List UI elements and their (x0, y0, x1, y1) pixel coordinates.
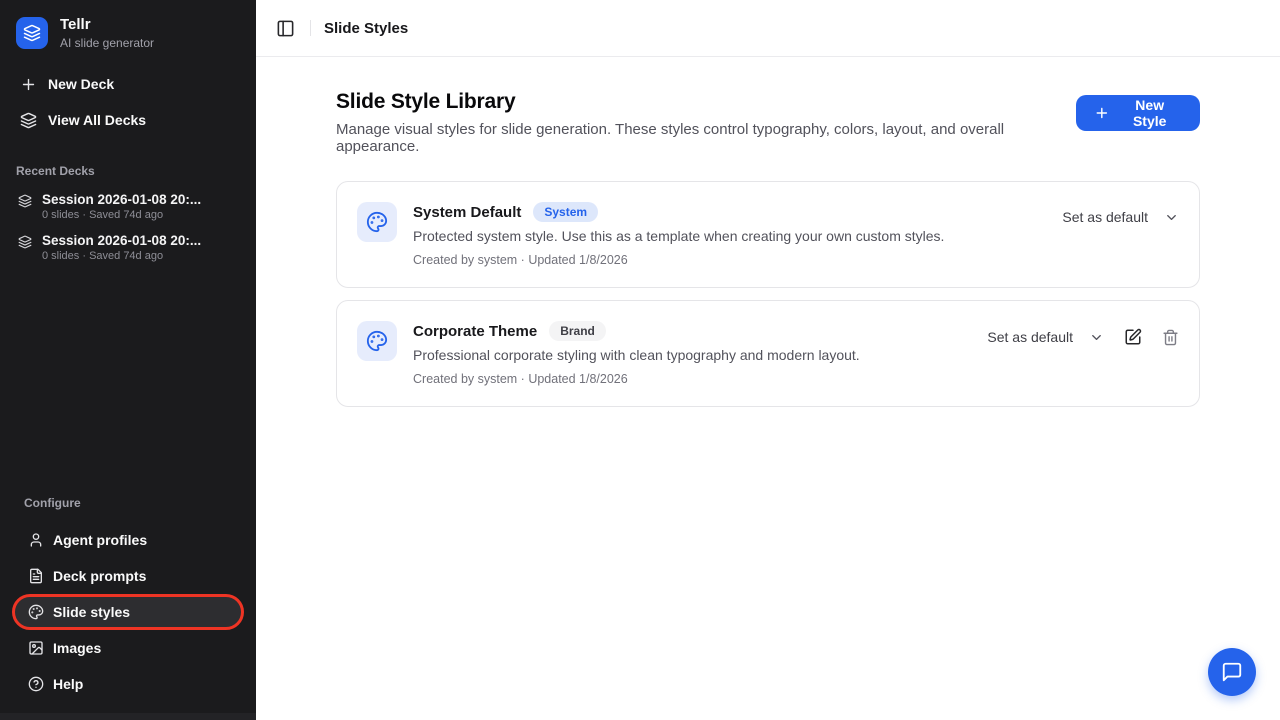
layers-icon (18, 235, 32, 262)
style-meta: Created by system · Updated 1/8/2026 (413, 253, 1046, 267)
palette-tile-icon (357, 202, 397, 242)
app-window: Tellr AI slide generator New Deck View A… (0, 0, 1280, 720)
sidebar-item-images[interactable]: Images (12, 630, 244, 666)
status-badge: Brand (549, 321, 606, 341)
sidebar-item-deck-prompts[interactable]: Deck prompts (12, 558, 244, 594)
chevron-down-icon (1089, 330, 1104, 345)
plus-icon (1094, 105, 1110, 121)
image-icon (28, 640, 44, 656)
configure-section: Configure Agent profiles Deck prompts Sl… (12, 496, 244, 720)
card-body: Corporate Theme Brand Professional corpo… (413, 321, 971, 386)
sidebar-item-label: Agent profiles (53, 532, 147, 548)
sidebar-item-label: Deck prompts (53, 568, 146, 584)
layers-icon (18, 194, 32, 221)
deck-title: Session 2026-01-08 20:... (42, 233, 201, 248)
edit-style-button[interactable] (1124, 328, 1142, 346)
style-title: Corporate Theme (413, 323, 537, 340)
style-description: Professional corporate styling with clea… (413, 347, 971, 363)
topbar: Slide Styles (256, 0, 1280, 57)
card-body: System Default System Protected system s… (413, 202, 1046, 267)
trash-icon (1162, 329, 1179, 346)
set-as-default-label: Set as default (987, 329, 1073, 345)
deck-title: Session 2026-01-08 20:... (42, 192, 201, 207)
app-logo-icon (16, 17, 48, 49)
deck-meta: 0 slides · Saved 74d ago (42, 209, 201, 221)
recent-decks-heading: Recent Decks (16, 164, 244, 178)
panel-left-icon (276, 19, 295, 38)
card-actions: Set as default (1062, 209, 1179, 225)
main-area: Slide Styles Slide Style Library Manage … (256, 0, 1280, 720)
app-name: Tellr (60, 16, 154, 34)
page-subtitle: Manage visual styles for slide generatio… (336, 121, 1076, 155)
style-card-list: System Default System Protected system s… (336, 181, 1200, 407)
delete-style-button[interactable] (1162, 329, 1179, 346)
chevron-down-icon (1164, 210, 1179, 225)
brand: Tellr AI slide generator (12, 16, 244, 50)
card-title-row: Corporate Theme Brand (413, 321, 971, 341)
card-actions: Set as default (987, 328, 1179, 346)
content-header-text: Slide Style Library Manage visual styles… (336, 90, 1076, 155)
sidebar-item-label: New Deck (48, 76, 114, 92)
style-title: System Default (413, 204, 521, 221)
sidebar-item-slide-styles[interactable]: Slide styles (12, 594, 244, 630)
brand-text: Tellr AI slide generator (60, 16, 154, 50)
sidebar-item-label: Images (53, 640, 101, 656)
set-as-default-label: Set as default (1062, 209, 1148, 225)
style-description: Protected system style. Use this as a te… (413, 228, 1046, 244)
sidebar-item-agent-profiles[interactable]: Agent profiles (12, 522, 244, 558)
palette-icon (28, 604, 44, 620)
recent-deck-item[interactable]: Session 2026-01-08 20:... 0 slides · Sav… (12, 188, 244, 229)
new-style-button-label: New Style (1117, 97, 1182, 129)
style-card-corporate-theme: Corporate Theme Brand Professional corpo… (336, 300, 1200, 407)
style-meta: Created by system · Updated 1/8/2026 (413, 372, 971, 386)
deck-text: Session 2026-01-08 20:... 0 slides · Sav… (42, 192, 201, 221)
sidebar-item-view-all-decks[interactable]: View All Decks (12, 102, 244, 138)
edit-icon (1124, 328, 1142, 346)
palette-tile-icon (357, 321, 397, 361)
chat-bubble-icon (1221, 661, 1243, 683)
set-as-default-button[interactable]: Set as default (987, 329, 1104, 345)
layers-icon (20, 112, 37, 129)
deck-text: Session 2026-01-08 20:... 0 slides · Sav… (42, 233, 201, 262)
sidebar-nav: New Deck View All Decks (12, 66, 244, 138)
set-as-default-button[interactable]: Set as default (1062, 209, 1179, 225)
content: Slide Style Library Manage visual styles… (256, 57, 1280, 407)
new-style-button[interactable]: New Style (1076, 95, 1200, 131)
status-badge: System (533, 202, 598, 222)
sidebar-item-label: View All Decks (48, 112, 146, 128)
app-tagline: AI slide generator (60, 36, 154, 50)
sidebar-bottom-divider (0, 713, 256, 720)
card-title-row: System Default System (413, 202, 1046, 222)
configure-heading: Configure (24, 496, 244, 510)
page-title: Slide Style Library (336, 90, 1076, 114)
recent-deck-item[interactable]: Session 2026-01-08 20:... 0 slides · Sav… (12, 229, 244, 270)
chat-fab-button[interactable] (1208, 648, 1256, 696)
style-card-system-default: System Default System Protected system s… (336, 181, 1200, 288)
sidebar: Tellr AI slide generator New Deck View A… (0, 0, 256, 720)
sidebar-toggle-button[interactable] (274, 17, 297, 40)
deck-meta: 0 slides · Saved 74d ago (42, 250, 201, 262)
sidebar-item-help[interactable]: Help (12, 666, 244, 702)
help-icon (28, 676, 44, 692)
sidebar-item-label: Help (53, 676, 83, 692)
topbar-title: Slide Styles (324, 20, 408, 37)
user-icon (28, 532, 44, 548)
plus-icon (20, 76, 37, 93)
topbar-divider (310, 20, 311, 36)
document-icon (28, 568, 44, 584)
sidebar-item-label: Slide styles (53, 604, 130, 620)
content-header: Slide Style Library Manage visual styles… (336, 90, 1200, 155)
recent-decks-section: Recent Decks Session 2026-01-08 20:... 0… (12, 138, 244, 270)
sidebar-item-new-deck[interactable]: New Deck (12, 66, 244, 102)
